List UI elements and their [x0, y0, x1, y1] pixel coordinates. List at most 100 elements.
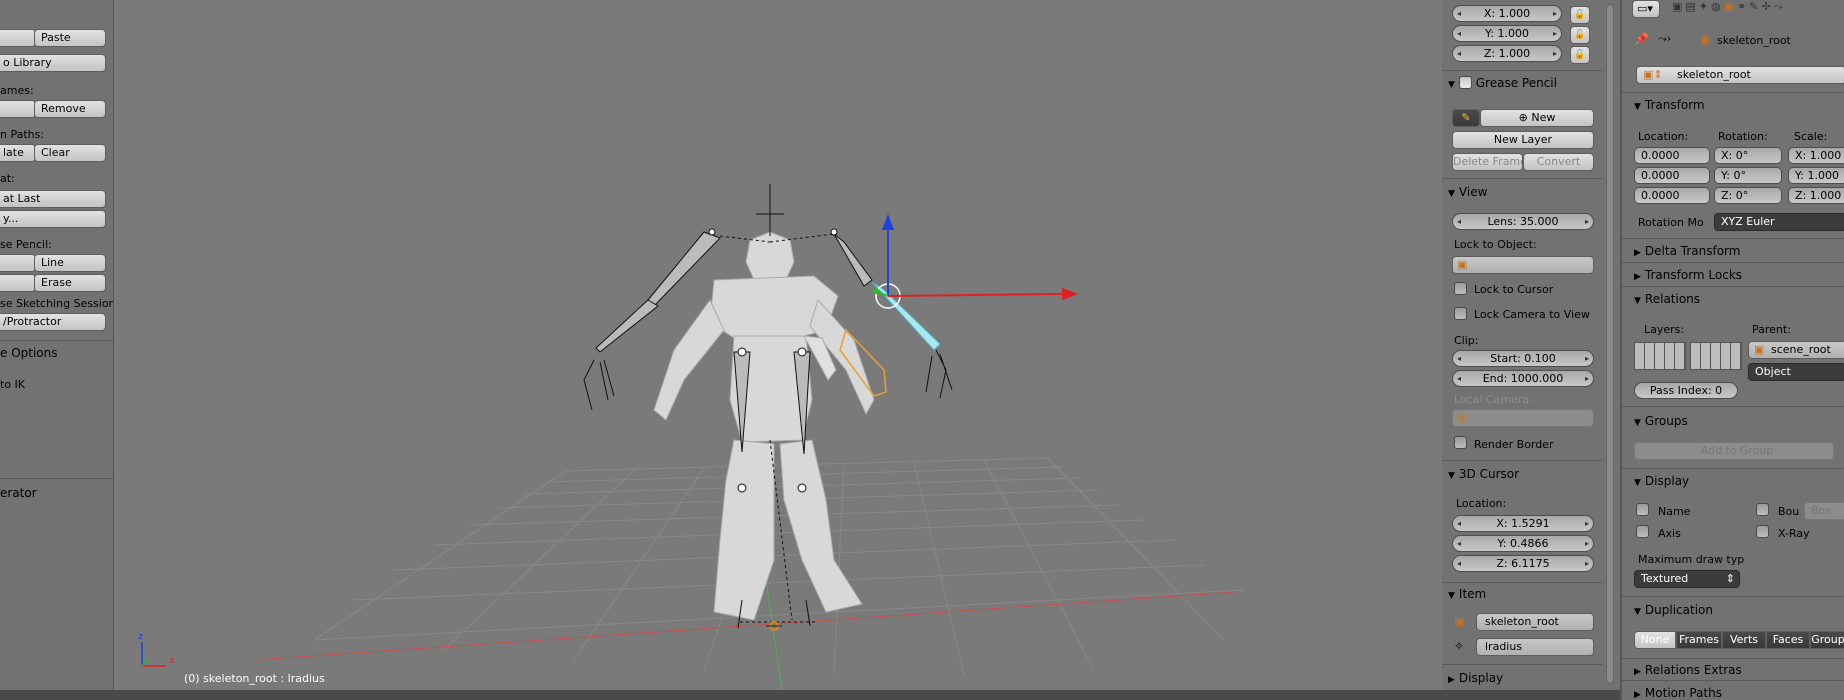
increment-icon[interactable]: ▸ — [1553, 26, 1557, 41]
lock-camera-checkbox[interactable] — [1454, 307, 1467, 320]
scale-z-field[interactable]: ◂ Z: 1.000 ▸ — [1452, 45, 1562, 62]
dup-verts-tab[interactable]: Verts — [1722, 631, 1766, 649]
decrement-icon[interactable]: ◂ — [1457, 26, 1461, 41]
pin-icon[interactable]: 📌 — [1634, 32, 1649, 46]
decrement-icon[interactable]: ◂ — [1457, 6, 1461, 21]
calculate-button[interactable]: late — [0, 144, 36, 162]
xray-checkbox[interactable] — [1756, 525, 1769, 538]
transform-gizmo[interactable] — [873, 214, 1078, 309]
scale-z-field[interactable]: Z: 1.000 — [1788, 187, 1844, 204]
scale-y-field[interactable]: ◂ Y: 1.000 ▸ — [1452, 25, 1562, 42]
auto-ik-label[interactable]: to IK — [0, 378, 25, 391]
increment-icon[interactable]: ▸ — [1585, 516, 1589, 531]
item-bone-name-field[interactable]: lradius — [1476, 638, 1594, 656]
lock-icon[interactable]: 🔓 — [1570, 6, 1590, 24]
lock-to-cursor-checkbox[interactable] — [1454, 282, 1467, 295]
erase-button[interactable]: Erase — [34, 274, 106, 292]
decrement-icon[interactable]: ◂ — [1457, 556, 1461, 571]
dup-faces-tab[interactable]: Faces — [1766, 631, 1810, 649]
lock-object-field[interactable]: ▣ — [1452, 256, 1594, 274]
bounds-type-dropdown[interactable]: Box — [1804, 502, 1844, 520]
object-name-field[interactable]: ▣⇕ skeleton_root — [1636, 66, 1844, 84]
increment-icon[interactable]: ▸ — [1585, 214, 1589, 229]
new-grease-pencil-button[interactable]: ⊕ New — [1480, 109, 1594, 127]
lens-field[interactable]: ◂ Lens: 35.000 ▸ — [1452, 213, 1594, 230]
decrement-icon[interactable]: ◂ — [1457, 371, 1461, 386]
layers-grid-a[interactable] — [1634, 342, 1686, 370]
delta-transform-header[interactable]: ▶ Delta Transform — [1634, 244, 1740, 258]
data-icon[interactable]: ✢ — [1761, 0, 1773, 13]
clear-paths-button[interactable]: Clear — [34, 144, 106, 162]
npanel-scrollbar[interactable] — [1606, 4, 1614, 684]
clip-start-field[interactable]: ◂ Start: 0.100 ▸ — [1452, 350, 1594, 367]
3d-cursor-header[interactable]: ▼ 3D Cursor — [1448, 467, 1519, 481]
options-header[interactable]: e Options — [0, 346, 58, 360]
repeat-last-button[interactable]: at Last — [0, 190, 106, 208]
motion-paths-header[interactable]: ▶ Motion Paths — [1634, 686, 1722, 700]
increment-icon[interactable]: ▸ — [1553, 6, 1557, 21]
cursor-z-field[interactable]: ◂ Z: 6.1175 ▸ — [1452, 555, 1594, 572]
context-tabs[interactable]: ▣▤✦◍▣⚭✎✢⤳ — [1672, 0, 1786, 14]
3d-viewport[interactable]: x z (0) skeleton_root : lradius — [114, 0, 1442, 690]
render-border-checkbox[interactable] — [1454, 436, 1467, 449]
protractor-button[interactable]: /Protractor — [0, 313, 106, 331]
copy-button[interactable] — [0, 29, 36, 47]
scale-x-field[interactable]: X: 1.000 — [1788, 147, 1844, 164]
transform-header[interactable]: ▼ Transform — [1634, 98, 1705, 112]
name-checkbox[interactable] — [1636, 503, 1649, 516]
new-layer-button[interactable]: New Layer — [1452, 131, 1594, 149]
world-icon[interactable]: ◍ — [1711, 0, 1724, 13]
duplication-header[interactable]: ▼ Duplication — [1634, 603, 1713, 617]
location-z-field[interactable]: 0.0000 — [1634, 187, 1710, 204]
selected-bone[interactable] — [871, 281, 941, 351]
parent-type-dropdown[interactable]: Object — [1748, 363, 1844, 381]
modifiers-icon[interactable]: ✎ — [1749, 0, 1761, 13]
item-header[interactable]: ▼ Item — [1448, 587, 1486, 601]
remove-button[interactable]: Remove — [34, 100, 106, 118]
increment-icon[interactable]: ▸ — [1585, 371, 1589, 386]
rotation-mode-dropdown[interactable]: XYZ Euler — [1714, 213, 1844, 231]
render-layers-icon[interactable]: ▤ — [1685, 0, 1698, 13]
add-to-group-button[interactable]: Add to Group — [1634, 442, 1834, 460]
sketching-sessions-label[interactable]: se Sketching Sessions — [0, 297, 113, 310]
constraints-icon[interactable]: ⚭ — [1737, 0, 1749, 13]
display-header[interactable]: ▶ Display — [1448, 671, 1503, 685]
dup-group-tab[interactable]: Group — [1810, 631, 1844, 649]
add-frame-button[interactable] — [0, 100, 36, 118]
dup-none-tab[interactable]: None — [1634, 631, 1676, 649]
grease-pencil-checkbox[interactable] — [1458, 76, 1472, 89]
cursor-y-field[interactable]: ◂ Y: 0.4866 ▸ — [1452, 535, 1594, 552]
pencil-icon[interactable]: ✎ — [1452, 109, 1480, 127]
lock-icon[interactable]: 🔓 — [1570, 26, 1590, 44]
increment-icon[interactable]: ▸ — [1553, 46, 1557, 61]
relations-extras-header[interactable]: ▶ Relations Extras — [1634, 663, 1742, 677]
decrement-icon[interactable]: ◂ — [1457, 536, 1461, 551]
relations-header[interactable]: ▼ Relations — [1634, 292, 1700, 306]
increment-icon[interactable]: ▸ — [1585, 351, 1589, 366]
poly-button[interactable] — [0, 274, 36, 292]
clip-end-field[interactable]: ◂ End: 1000.000 ▸ — [1452, 370, 1594, 387]
location-y-field[interactable]: 0.0000 — [1634, 167, 1710, 184]
parent-field[interactable]: ▣ scene_root — [1748, 341, 1844, 359]
transform-locks-header[interactable]: ▶ Transform Locks — [1634, 268, 1742, 282]
rotation-x-field[interactable]: X: 0° — [1714, 147, 1782, 164]
location-x-field[interactable]: 0.0000 — [1634, 147, 1710, 164]
copy-library-button[interactable]: o Library — [0, 54, 106, 72]
dup-frames-tab[interactable]: Frames — [1676, 631, 1722, 649]
axis-checkbox[interactable] — [1636, 525, 1649, 538]
decrement-icon[interactable]: ◂ — [1457, 351, 1461, 366]
increment-icon[interactable]: ▸ — [1585, 536, 1589, 551]
grease-pencil-header[interactable]: ▼ Grease Pencil — [1448, 76, 1557, 90]
object-tab-icon[interactable]: ▣ — [1724, 0, 1737, 13]
draw-button[interactable] — [0, 254, 36, 272]
convert-button[interactable]: Convert — [1523, 153, 1594, 171]
scale-x-field[interactable]: ◂ X: 1.000 ▸ — [1452, 5, 1562, 22]
draw-type-dropdown[interactable]: Textured ⇕ — [1634, 570, 1740, 588]
editor-type-icon[interactable]: ▭▾ — [1632, 0, 1660, 18]
rotation-z-field[interactable]: Z: 0° — [1714, 187, 1782, 204]
character-mesh[interactable] — [653, 231, 875, 621]
operator-header[interactable]: erator — [0, 486, 37, 500]
decrement-icon[interactable]: ◂ — [1457, 516, 1461, 531]
pass-index-field[interactable]: Pass Index: 0 — [1634, 382, 1738, 399]
layers-grid-b[interactable] — [1690, 342, 1742, 370]
